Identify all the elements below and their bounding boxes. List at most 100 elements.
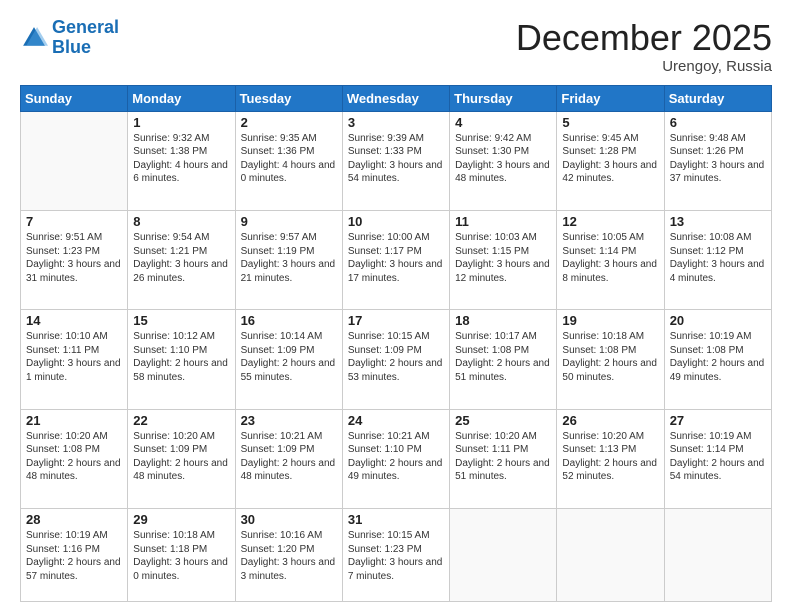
calendar-cell: 29Sunrise: 10:18 AMSunset: 1:18 PMDaylig… bbox=[128, 509, 235, 602]
day-number: 6 bbox=[670, 115, 766, 130]
col-header-monday: Monday bbox=[128, 85, 235, 111]
day-number: 12 bbox=[562, 214, 658, 229]
day-info: Sunrise: 10:12 AMSunset: 1:10 PMDaylight… bbox=[133, 330, 229, 384]
calendar-cell: 24 Sunrise: 10:21 AMSunset: 1:10 PMDaylig… bbox=[342, 409, 449, 508]
title-block: December 2025 Urengoy, Russia bbox=[516, 18, 772, 75]
calendar-cell: 11Sunrise: 10:03 AMSunset: 1:15 PMDaylig… bbox=[450, 211, 557, 310]
logo-general: General bbox=[52, 17, 119, 37]
calendar-cell bbox=[664, 509, 771, 602]
day-number: 18 bbox=[455, 313, 551, 328]
day-info: Sunrise: 10:17 AMSunset: 1:08 PMDaylight… bbox=[455, 330, 551, 384]
calendar-cell: 12 Sunrise: 10:05 AMSunset: 1:14 PMDaylig… bbox=[557, 211, 664, 310]
day-number: 1 bbox=[133, 115, 229, 130]
day-number: 30 bbox=[241, 512, 337, 527]
day-info: Sunrise: 9:57 AMSunset: 1:19 PMDaylight:… bbox=[241, 231, 337, 285]
calendar-cell: 21 Sunrise: 10:20 AMSunset: 1:08 PMDaylig… bbox=[21, 409, 128, 508]
day-number: 2 bbox=[241, 115, 337, 130]
calendar-cell: 15 Sunrise: 10:12 AMSunset: 1:10 PMDaylig… bbox=[128, 310, 235, 409]
calendar-cell bbox=[21, 111, 128, 210]
day-number: 7 bbox=[26, 214, 122, 229]
day-info: Sunrise: 10:05 AMSunset: 1:14 PMDaylight… bbox=[562, 231, 658, 285]
day-number: 10 bbox=[348, 214, 444, 229]
day-info: Sunrise: 9:45 AMSunset: 1:28 PMDaylight:… bbox=[562, 132, 658, 186]
day-info: Sunrise: 10:10 AMSunset: 1:11 PMDaylight… bbox=[26, 330, 122, 384]
calendar-cell: 17 Sunrise: 10:15 AMSunset: 1:09 PMDaylig… bbox=[342, 310, 449, 409]
day-number: 20 bbox=[670, 313, 766, 328]
day-number: 28 bbox=[26, 512, 122, 527]
calendar-cell: 23Sunrise: 10:21 AMSunset: 1:09 PMDaylig… bbox=[235, 409, 342, 508]
day-number: 21 bbox=[26, 413, 122, 428]
calendar-cell: 19 Sunrise: 10:18 AMSunset: 1:08 PMDaylig… bbox=[557, 310, 664, 409]
col-header-wednesday: Wednesday bbox=[342, 85, 449, 111]
calendar-table: SundayMondayTuesdayWednesdayThursdayFrid… bbox=[20, 85, 772, 602]
day-info: Sunrise: 10:19 AMSunset: 1:14 PMDaylight… bbox=[670, 430, 766, 484]
day-number: 3 bbox=[348, 115, 444, 130]
calendar-cell bbox=[557, 509, 664, 602]
header: General Blue December 2025 Urengoy, Russ… bbox=[20, 18, 772, 75]
calendar-cell: 5 Sunrise: 9:45 AMSunset: 1:28 PMDaylight… bbox=[557, 111, 664, 210]
calendar-cell: 6 Sunrise: 9:48 AMSunset: 1:26 PMDaylight… bbox=[664, 111, 771, 210]
day-info: Sunrise: 10:03 AMSunset: 1:15 PMDaylight… bbox=[455, 231, 551, 285]
day-number: 24 bbox=[348, 413, 444, 428]
day-number: 13 bbox=[670, 214, 766, 229]
day-info: Sunrise: 10:00 AMSunset: 1:17 PMDaylight… bbox=[348, 231, 444, 285]
day-info: Sunrise: 9:35 AMSunset: 1:36 PMDaylight:… bbox=[241, 132, 337, 186]
calendar-cell: 4Sunrise: 9:42 AMSunset: 1:30 PMDaylight… bbox=[450, 111, 557, 210]
day-info: Sunrise: 9:39 AMSunset: 1:33 PMDaylight:… bbox=[348, 132, 444, 186]
day-number: 29 bbox=[133, 512, 229, 527]
calendar-cell: 2 Sunrise: 9:35 AMSunset: 1:36 PMDaylight… bbox=[235, 111, 342, 210]
month-title: December 2025 bbox=[516, 18, 772, 58]
day-info: Sunrise: 9:51 AMSunset: 1:23 PMDaylight:… bbox=[26, 231, 122, 285]
day-number: 22 bbox=[133, 413, 229, 428]
day-number: 14 bbox=[26, 313, 122, 328]
calendar-cell: 1 Sunrise: 9:32 AMSunset: 1:38 PMDaylight… bbox=[128, 111, 235, 210]
calendar-cell: 14 Sunrise: 10:10 AMSunset: 1:11 PMDaylig… bbox=[21, 310, 128, 409]
col-header-thursday: Thursday bbox=[450, 85, 557, 111]
day-info: Sunrise: 10:21 AMSunset: 1:10 PMDaylight… bbox=[348, 430, 444, 484]
day-info: Sunrise: 10:20 AMSunset: 1:13 PMDaylight… bbox=[562, 430, 658, 484]
day-info: Sunrise: 10:20 AMSunset: 1:08 PMDaylight… bbox=[26, 430, 122, 484]
day-number: 5 bbox=[562, 115, 658, 130]
logo-blue: Blue bbox=[52, 38, 119, 58]
day-number: 25 bbox=[455, 413, 551, 428]
calendar-cell: 3 Sunrise: 9:39 AMSunset: 1:33 PMDaylight… bbox=[342, 111, 449, 210]
calendar-cell: 9Sunrise: 9:57 AMSunset: 1:19 PMDaylight… bbox=[235, 211, 342, 310]
calendar-cell: 26 Sunrise: 10:20 AMSunset: 1:13 PMDaylig… bbox=[557, 409, 664, 508]
calendar-cell: 28 Sunrise: 10:19 AMSunset: 1:16 PMDaylig… bbox=[21, 509, 128, 602]
page: General Blue December 2025 Urengoy, Russ… bbox=[0, 0, 792, 612]
col-header-saturday: Saturday bbox=[664, 85, 771, 111]
day-number: 17 bbox=[348, 313, 444, 328]
calendar-header-row: SundayMondayTuesdayWednesdayThursdayFrid… bbox=[21, 85, 772, 111]
calendar-cell: 20 Sunrise: 10:19 AMSunset: 1:08 PMDaylig… bbox=[664, 310, 771, 409]
day-number: 23 bbox=[241, 413, 337, 428]
day-number: 26 bbox=[562, 413, 658, 428]
day-info: Sunrise: 10:19 AMSunset: 1:08 PMDaylight… bbox=[670, 330, 766, 384]
calendar-cell: 7 Sunrise: 9:51 AMSunset: 1:23 PMDaylight… bbox=[21, 211, 128, 310]
day-number: 15 bbox=[133, 313, 229, 328]
calendar-cell: 13 Sunrise: 10:08 AMSunset: 1:12 PMDaylig… bbox=[664, 211, 771, 310]
day-info: Sunrise: 9:32 AMSunset: 1:38 PMDaylight:… bbox=[133, 132, 229, 186]
week-row-4: 21 Sunrise: 10:20 AMSunset: 1:08 PMDaylig… bbox=[21, 409, 772, 508]
logo-icon bbox=[20, 24, 48, 52]
week-row-3: 14 Sunrise: 10:10 AMSunset: 1:11 PMDaylig… bbox=[21, 310, 772, 409]
calendar-cell: 25Sunrise: 10:20 AMSunset: 1:11 PMDaylig… bbox=[450, 409, 557, 508]
location: Urengoy, Russia bbox=[516, 58, 772, 75]
calendar-cell: 16Sunrise: 10:14 AMSunset: 1:09 PMDaylig… bbox=[235, 310, 342, 409]
day-info: Sunrise: 9:54 AMSunset: 1:21 PMDaylight:… bbox=[133, 231, 229, 285]
day-info: Sunrise: 10:18 AMSunset: 1:08 PMDaylight… bbox=[562, 330, 658, 384]
logo-text: General Blue bbox=[52, 18, 119, 58]
calendar-cell: 22Sunrise: 10:20 AMSunset: 1:09 PMDaylig… bbox=[128, 409, 235, 508]
day-info: Sunrise: 10:08 AMSunset: 1:12 PMDaylight… bbox=[670, 231, 766, 285]
week-row-1: 1 Sunrise: 9:32 AMSunset: 1:38 PMDaylight… bbox=[21, 111, 772, 210]
day-info: Sunrise: 10:19 AMSunset: 1:16 PMDaylight… bbox=[26, 529, 122, 583]
day-number: 19 bbox=[562, 313, 658, 328]
day-number: 8 bbox=[133, 214, 229, 229]
calendar-cell: 18 Sunrise: 10:17 AMSunset: 1:08 PMDaylig… bbox=[450, 310, 557, 409]
calendar-cell: 27Sunrise: 10:19 AMSunset: 1:14 PMDaylig… bbox=[664, 409, 771, 508]
day-info: Sunrise: 10:15 AMSunset: 1:09 PMDaylight… bbox=[348, 330, 444, 384]
week-row-5: 28 Sunrise: 10:19 AMSunset: 1:16 PMDaylig… bbox=[21, 509, 772, 602]
week-row-2: 7 Sunrise: 9:51 AMSunset: 1:23 PMDaylight… bbox=[21, 211, 772, 310]
day-info: Sunrise: 10:16 AMSunset: 1:20 PMDaylight… bbox=[241, 529, 337, 583]
day-info: Sunrise: 9:48 AMSunset: 1:26 PMDaylight:… bbox=[670, 132, 766, 186]
day-number: 31 bbox=[348, 512, 444, 527]
